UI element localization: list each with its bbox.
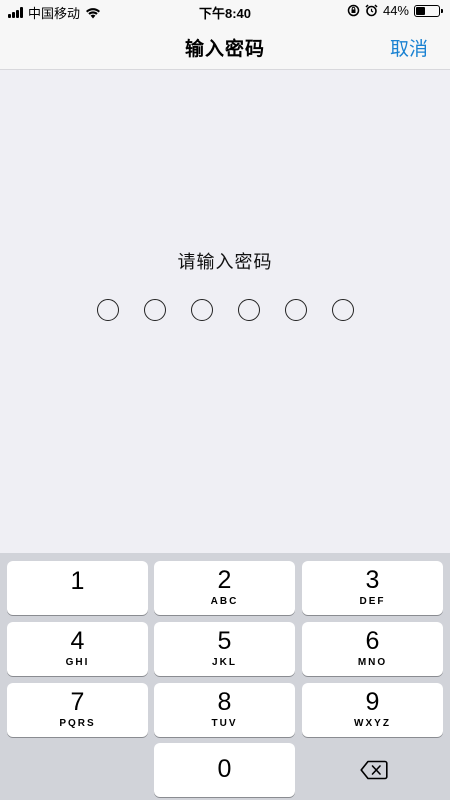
backspace-button[interactable] xyxy=(303,743,444,797)
key-9[interactable]: 9 WXYZ xyxy=(302,683,443,737)
rotation-lock-icon xyxy=(347,4,360,17)
key-digit: 5 xyxy=(217,627,232,655)
battery-percent: 44% xyxy=(382,3,409,18)
battery-fill xyxy=(416,6,426,15)
key-letters: JKL xyxy=(212,657,237,668)
key-digit: 7 xyxy=(70,688,85,716)
passcode-dot xyxy=(96,299,119,321)
backspace-icon xyxy=(359,760,388,780)
key-0[interactable]: 0 xyxy=(154,743,295,797)
key-digit: 8 xyxy=(217,688,232,716)
cancel-button[interactable]: 取消 xyxy=(390,34,428,61)
numeric-keypad: 1 2 ABC 3 DEF 4 GHI 5 JKL 6 MNO 7 PQRS 8… xyxy=(0,553,450,800)
passcode-dot xyxy=(237,299,260,321)
passcode-dots xyxy=(0,299,450,321)
key-digit: 6 xyxy=(365,627,380,655)
key-digit: 2 xyxy=(217,566,232,594)
key-1[interactable]: 1 xyxy=(7,561,148,615)
status-bar: 中国移动 下午8:40 44% xyxy=(0,0,450,22)
key-7[interactable]: 7 PQRS xyxy=(7,683,148,737)
battery-icon xyxy=(414,4,443,17)
key-6[interactable]: 6 MNO xyxy=(302,622,443,676)
key-letters: DEF xyxy=(359,596,386,607)
key-4[interactable]: 4 GHI xyxy=(7,622,148,676)
key-letters: MNO xyxy=(357,657,388,668)
key-5[interactable]: 5 JKL xyxy=(154,622,295,676)
key-2[interactable]: 2 ABC xyxy=(154,561,295,615)
passcode-dot xyxy=(190,299,213,321)
key-letters: PQRS xyxy=(59,718,96,729)
key-letters: GHI xyxy=(65,657,90,668)
passcode-dot xyxy=(143,299,166,321)
key-3[interactable]: 3 DEF xyxy=(302,561,443,615)
key-digit: 0 xyxy=(217,755,232,783)
key-digit: 1 xyxy=(70,567,85,595)
key-digit: 3 xyxy=(365,566,380,594)
passcode-dot xyxy=(284,299,307,321)
key-letters: ABC xyxy=(210,596,239,607)
passcode-prompt: 请输入密码 xyxy=(177,252,273,272)
nav-bar: 输入密码 取消 xyxy=(0,22,450,70)
page-title: 输入密码 xyxy=(184,39,265,60)
key-letters: WXYZ xyxy=(354,718,391,729)
passcode-dot xyxy=(331,299,354,321)
key-letters: TUV xyxy=(211,718,238,729)
key-8[interactable]: 8 TUV xyxy=(154,683,295,737)
status-right: 44% xyxy=(347,3,443,18)
key-digit: 4 xyxy=(70,627,85,655)
alarm-icon xyxy=(365,4,378,17)
key-digit: 9 xyxy=(365,688,380,716)
